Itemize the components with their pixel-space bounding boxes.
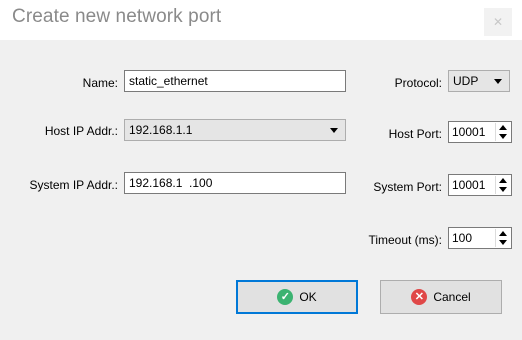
spin-arrows-icon[interactable] [495,229,510,247]
system-port-label: System Port: [373,180,442,194]
x-circle-icon: ✕ [411,289,428,305]
name-label: Name: [82,76,118,90]
chevron-down-icon [494,79,502,84]
protocol-label: Protocol: [394,76,442,90]
host-port-label: Host Port: [388,127,442,141]
arrow-up-icon [499,178,507,183]
spin-arrows-icon[interactable] [495,123,510,141]
chevron-down-icon [330,128,338,133]
system-ip-label: System IP Addr.: [29,178,119,192]
ok-button-label: OK [299,290,317,304]
protocol-value: UDP [453,74,479,88]
system-port-spinbox[interactable]: 10001 [448,174,512,196]
check-circle-icon: ✓ [277,289,294,305]
timeout-label: Timeout (ms): [368,233,442,247]
host-port-value: 10001 [452,125,486,139]
name-field[interactable]: static_ethernet [124,70,346,92]
create-network-port-dialog: Create new network port ✕ Name: static_e… [0,0,522,340]
arrow-down-icon [499,240,507,245]
host-port-spinbox[interactable]: 10001 [448,121,512,143]
close-button[interactable]: ✕ [484,8,512,36]
ok-button[interactable]: ✓ OK [236,280,358,314]
system-port-value: 10001 [452,178,486,192]
spin-arrows-icon[interactable] [495,176,510,194]
arrow-up-icon [499,125,507,130]
arrow-down-icon [499,134,507,139]
title-bar: Create new network port ✕ [0,0,522,40]
host-ip-label: Host IP Addr.: [44,124,118,138]
timeout-value: 100 [452,231,473,245]
close-icon: ✕ [492,15,504,29]
arrow-down-icon [499,187,507,192]
cancel-button-label: Cancel [433,290,471,304]
host-ip-select[interactable]: 192.168.1.1 [124,119,346,141]
timeout-spinbox[interactable]: 100 [448,227,512,249]
cancel-button[interactable]: ✕ Cancel [380,280,502,314]
arrow-up-icon [499,231,507,236]
dialog-title: Create new network port [12,6,222,27]
system-ip-field[interactable]: 192.168.1 .100 [124,172,346,194]
host-ip-value: 192.168.1.1 [129,123,193,137]
protocol-select[interactable]: UDP [448,70,510,92]
